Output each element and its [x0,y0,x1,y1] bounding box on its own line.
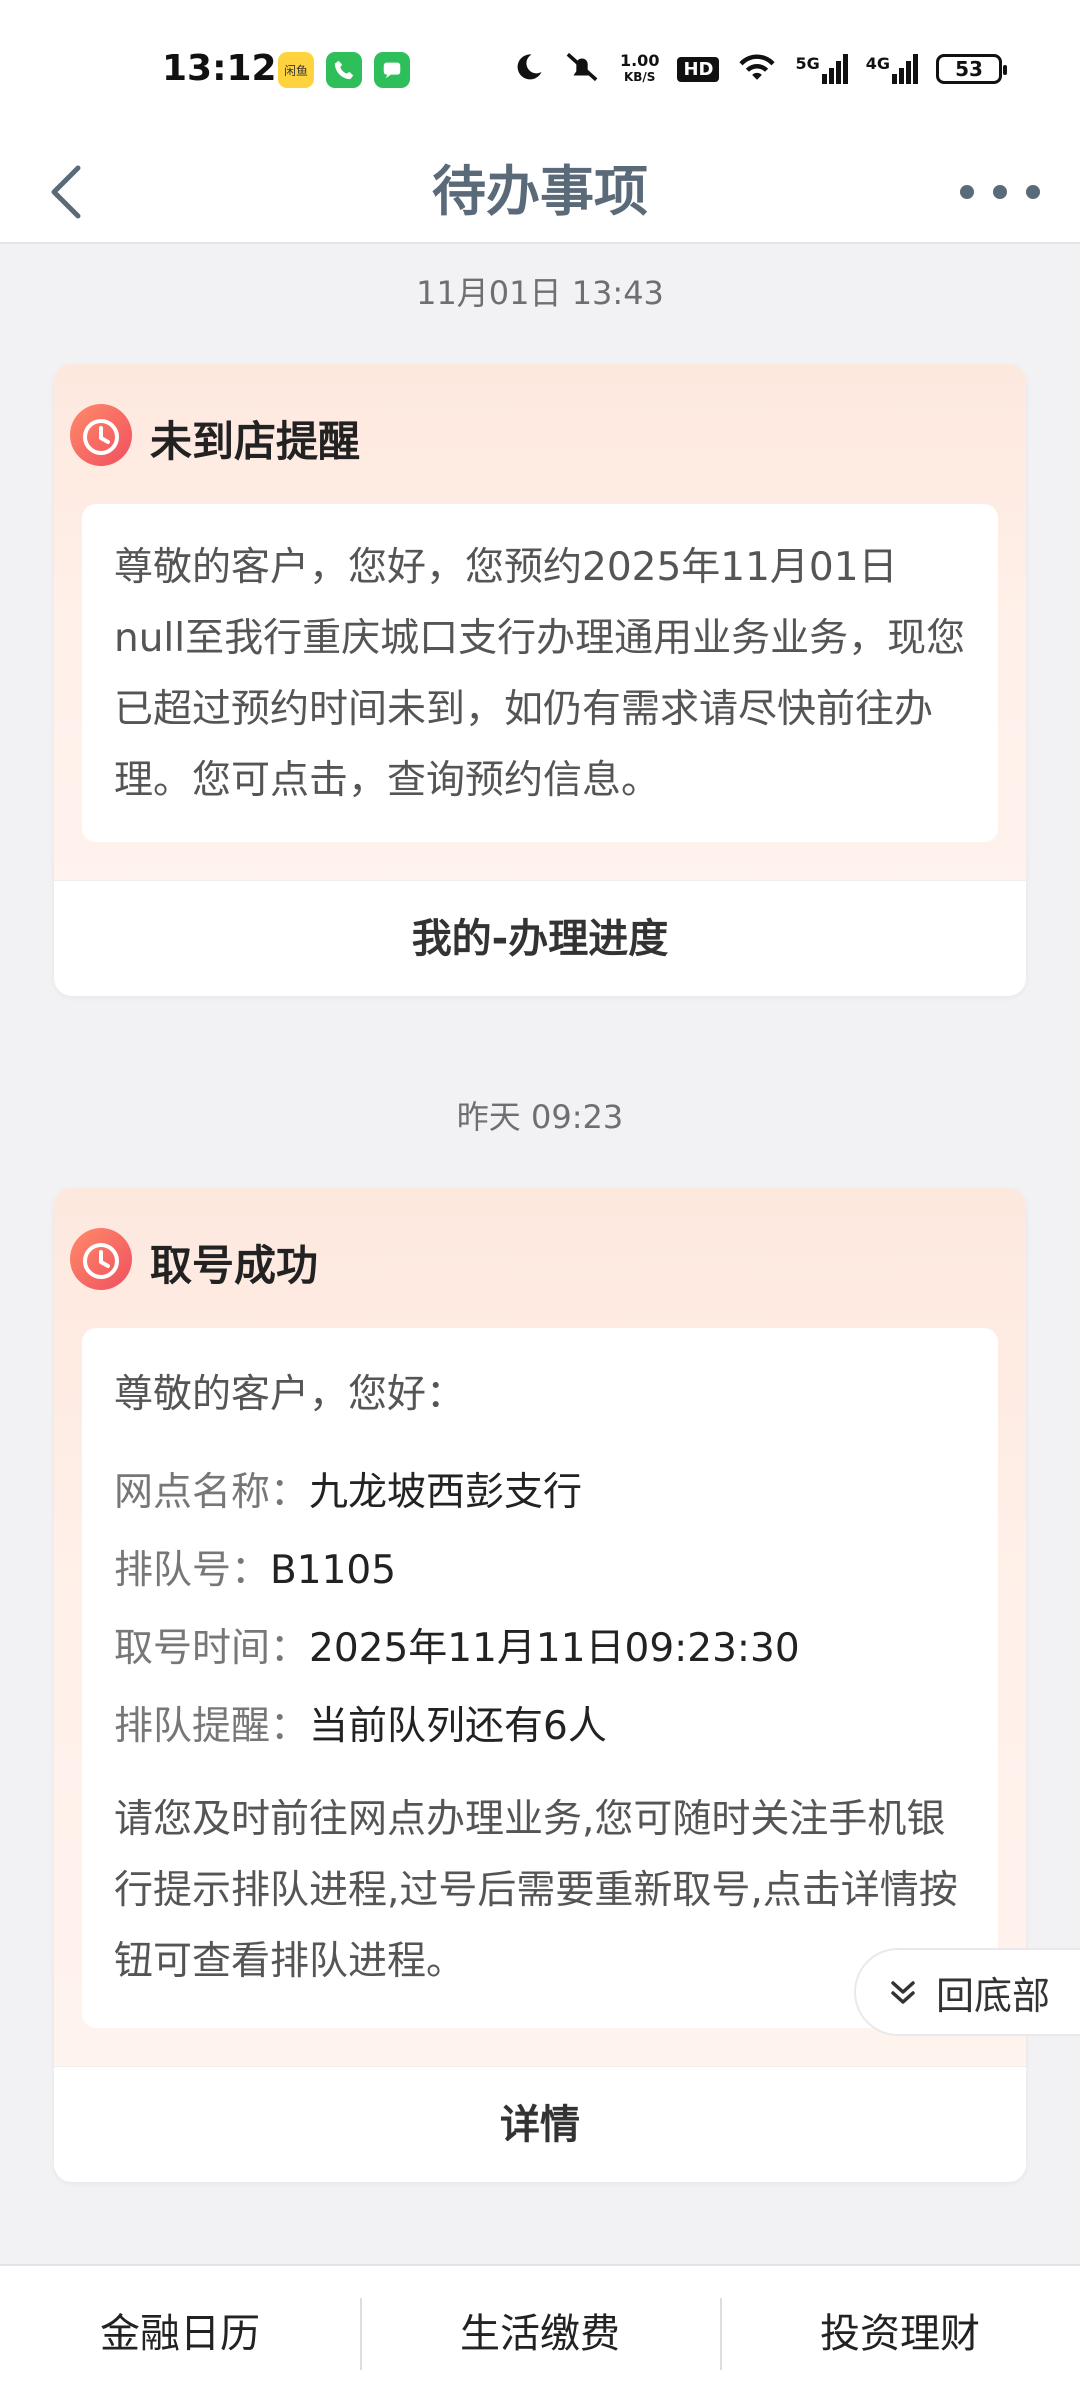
field-value: B1105 [270,1548,397,1593]
bottom-navigation: 金融日历 生活缴费 投资理财 [0,2264,1080,2400]
signal-5g-icon: 5G [795,54,848,84]
details-button[interactable]: 详情 [54,2066,1026,2182]
card-title: 未到店提醒 [150,417,361,466]
card-header: 未到店提醒 [54,364,1026,504]
nav-utility-payment[interactable]: 生活缴费 [360,2266,720,2400]
card-title: 取号成功 [150,1241,319,1290]
back-to-bottom-label: 回底部 [936,1973,1051,2018]
alarm-clock-icon [70,1228,132,1290]
alarm-clock-icon [70,404,132,466]
field-label: 网点名称： [114,1470,310,1515]
mute-icon [562,50,602,88]
field-label: 取号时间： [114,1626,310,1671]
note-text: 请您及时前往网点办理业务,您可随时关注手机银行提示排队进程,过号后需要重新取号,… [114,1797,958,1984]
more-dot-icon [1026,185,1040,199]
message-timestamp: 11月01日 13:43 [416,274,664,312]
network-speed-unit: KB/S [623,70,656,84]
status-indicators: 1.00 KB/S HD 5G 4G 53 [514,50,1007,88]
field-label: 排队提醒： [114,1704,310,1749]
double-chevron-down-icon [891,1981,915,2004]
more-options-button[interactable] [960,170,1040,214]
signal-4g-label: 4G [865,54,890,73]
nav-financial-calendar[interactable]: 金融日历 [0,2266,360,2400]
card-body: 尊敬的客户，您好，您预约2025年11月01日null至我行重庆城口支行办理通用… [82,504,998,842]
field-branch-name: 网点名称：九龙坡西彭支行 [114,1454,966,1532]
message-text: 尊敬的客户，您好，您预约2025年11月01日null至我行重庆城口支行办理通用… [114,545,966,803]
field-label: 排队号： [114,1548,271,1593]
more-dot-icon [960,185,974,199]
network-speed: 1.00 KB/S [620,53,659,85]
status-time: 13:12 [162,48,277,89]
field-queue-reminder: 排队提醒：当前队列还有6人 [114,1688,966,1766]
xianyu-app-icon: 闲鱼 [278,52,314,88]
greeting-text: 尊敬的客户，您好： [114,1372,466,1417]
message-icon [374,52,410,88]
signal-5g-label: 5G [795,54,820,73]
field-value: 2025年11月11日09:23:30 [309,1626,800,1671]
field-value: 九龙坡西彭支行 [309,1470,583,1515]
nav-investment[interactable]: 投资理财 [720,2266,1080,2400]
page-title: 待办事项 [432,160,648,223]
wifi-icon [737,51,777,87]
message-timestamp: 昨天 09:23 [456,1098,624,1136]
hd-icon: HD [677,56,720,82]
phone-icon [326,52,362,88]
network-speed-value: 1.00 [619,51,660,70]
moon-icon [514,52,544,86]
battery-icon: 53 [936,54,1007,84]
app-header: 待办事项 [0,140,1080,244]
back-to-bottom-button[interactable]: 回底部 [854,1948,1080,2036]
card-header: 取号成功 [54,1188,1026,1328]
status-bar: 13:12 闲鱼 1.00 KB/S HD 5G 4G 53 [0,0,1080,140]
message-card-queue-ticket: 取号成功 尊敬的客户，您好： 网点名称：九龙坡西彭支行 排队号：B1105 取号… [54,1188,1026,2182]
my-progress-button[interactable]: 我的-办理进度 [54,880,1026,996]
message-card-no-show-reminder: 未到店提醒 尊敬的客户，您好，您预约2025年11月01日null至我行重庆城口… [54,364,1026,996]
more-dot-icon [993,185,1007,199]
signal-4g-icon: 4G [866,54,918,84]
field-queue-number: 排队号：B1105 [114,1532,966,1610]
status-app-icons: 闲鱼 [278,52,410,88]
field-ticket-time: 取号时间：2025年11月11日09:23:30 [114,1610,966,1688]
field-value: 当前队列还有6人 [309,1704,607,1749]
card-body: 尊敬的客户，您好： 网点名称：九龙坡西彭支行 排队号：B1105 取号时间：20… [82,1328,998,2028]
